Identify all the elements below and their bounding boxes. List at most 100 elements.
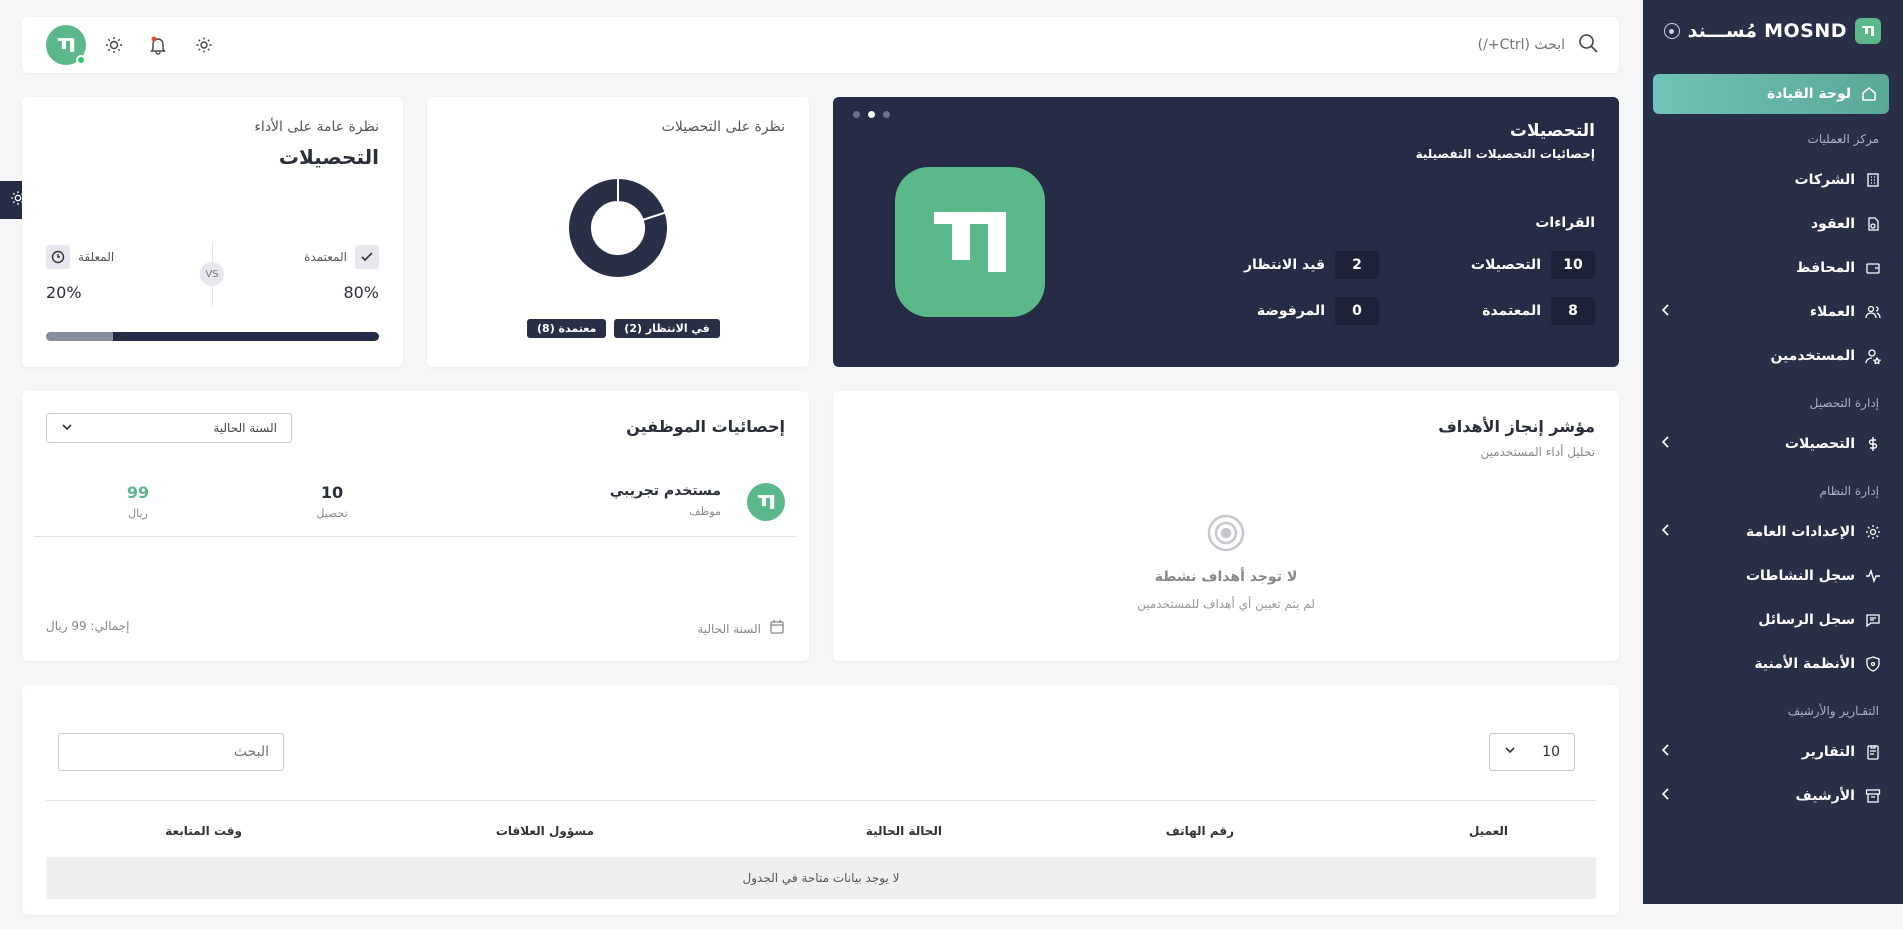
pending-label: المعلقة — [78, 250, 115, 264]
bell-icon[interactable] — [148, 35, 168, 59]
sidebar-item-label: العملاء — [1809, 304, 1855, 320]
gear-icon[interactable] — [194, 35, 214, 59]
sidebar-item-activity-log[interactable]: سجل النشاطات — [1659, 564, 1881, 588]
sidebar-item-collections[interactable]: التحصيلات — [1659, 432, 1881, 456]
pending-metric: المعلقة — [46, 245, 114, 269]
brand-logo-large — [895, 167, 1045, 317]
sidebar-item-label: الأنظمة الأمنية — [1754, 656, 1855, 672]
sidebar-item-security[interactable]: الأنظمة الأمنية — [1659, 652, 1881, 676]
brand: MOSND مُســـند — [1663, 18, 1881, 44]
stat-label: التحصيلات — [1470, 257, 1541, 273]
hero-subtitle: إحصائيات التحصيلات التفصيلية — [1415, 147, 1595, 161]
sidebar-item-clients[interactable]: العملاء — [1659, 300, 1881, 324]
message-icon — [1865, 612, 1881, 628]
sidebar-item-dashboard[interactable]: لوحة القيادة — [1653, 74, 1889, 114]
global-search[interactable] — [1299, 29, 1599, 61]
table-header: العميل رقم الهاتف الحالة الحالية مسؤول ا… — [46, 818, 1596, 848]
carousel-dot[interactable] — [868, 111, 875, 118]
card-subtitle: نظرة عامة على الأداء — [254, 119, 379, 135]
period-select[interactable]: السنة الحالية — [46, 413, 292, 443]
sidebar-item-label: سجل النشاطات — [1745, 568, 1855, 584]
stat-label: قيد الانتظار — [1244, 257, 1325, 273]
stat-collections: 10 التحصيلات — [1471, 251, 1595, 279]
chevron-left-icon[interactable] — [1659, 787, 1673, 805]
archive-icon — [1865, 788, 1881, 804]
chevron-left-icon[interactable] — [1659, 435, 1673, 453]
legend-pending: في الانتظار (2) — [614, 319, 720, 338]
sidebar-item-label: العقود — [1811, 216, 1855, 232]
stat-label: المعتمدة — [1482, 303, 1541, 319]
sidebar-item-portfolios[interactable]: المحافظ — [1659, 256, 1881, 280]
sidebar-item-contracts[interactable]: العقود — [1659, 212, 1881, 236]
check-icon — [355, 245, 379, 269]
sidebar-item-users[interactable]: المستخدمين — [1659, 344, 1881, 368]
chevron-left-icon[interactable] — [1659, 303, 1673, 321]
sidebar-item-messages-log[interactable]: سجل الرسائل — [1659, 608, 1881, 632]
sidebar-item-general-settings[interactable]: الإعدادات العامة — [1659, 520, 1881, 544]
column-header[interactable]: رقم الهاتف — [1166, 824, 1234, 838]
clipboard-icon — [1865, 744, 1881, 760]
sun-icon[interactable] — [104, 35, 124, 59]
progress-fill — [46, 332, 113, 341]
select-value: السنة الحالية — [213, 421, 277, 435]
section-system: إدارة النظام — [1819, 484, 1879, 498]
column-header[interactable]: العميل — [1469, 824, 1508, 838]
approved-label: المعتمدة — [304, 250, 347, 264]
stat-value: 8 — [1551, 297, 1595, 325]
carousel-dot[interactable] — [883, 111, 890, 118]
sidebar-item-archive[interactable]: الأرشيف — [1659, 784, 1881, 808]
card-title: إحصائيات الموظفين — [626, 417, 785, 436]
sidebar-item-label: التقارير — [1801, 744, 1855, 760]
clock-icon — [46, 245, 70, 269]
collections-hero-card: التحصيلات إحصائيات التحصيلات التفصيلية ا… — [833, 97, 1619, 367]
sidebar-item-label: لوحة القيادة — [1766, 86, 1851, 102]
card-subtitle: تحليل أداء المستخدمين — [1480, 445, 1595, 459]
chevron-left-icon[interactable] — [1659, 743, 1673, 761]
stat-value: 2 — [1335, 251, 1379, 279]
stat-approved: 8 المعتمدة — [1482, 297, 1595, 325]
empty-text: لم يتم تعيين أي أهداف للمستخدمين — [1137, 597, 1315, 611]
sidebar-item-label: المحافظ — [1796, 260, 1855, 276]
sidebar: MOSND مُســـند لوحة القيادة مركز العمليا… — [1643, 0, 1903, 904]
sidebar-item-reports[interactable]: التقارير — [1659, 740, 1881, 764]
avatar[interactable] — [46, 25, 86, 65]
performance-card: نظرة عامة على الأداء التحصيلات المعتمدة … — [22, 97, 403, 367]
sidebar-toggle-icon[interactable] — [1663, 23, 1680, 39]
stat-value: 0 — [1335, 297, 1379, 325]
page-size-select[interactable]: 10 — [1489, 733, 1575, 771]
donut-slice-pending — [617, 176, 667, 222]
sidebar-item-companies[interactable]: الشركات — [1659, 168, 1881, 192]
column-header[interactable]: مسؤول العلاقات — [496, 824, 594, 838]
chevron-left-icon[interactable] — [1659, 523, 1673, 541]
calendar-icon — [769, 619, 785, 639]
table-search-input[interactable] — [58, 733, 284, 771]
card-title: مؤشر إنجاز الأهداف — [1438, 417, 1595, 436]
search-input[interactable] — [1325, 37, 1565, 53]
collections-label: تحصيل — [316, 507, 348, 520]
contract-icon — [1865, 216, 1881, 232]
carousel-dot[interactable] — [853, 111, 860, 118]
pending-percent: 20% — [46, 283, 82, 302]
donut-chart — [567, 176, 669, 279]
target-icon — [1206, 513, 1246, 557]
collections-count: 10 — [320, 483, 344, 502]
shield-icon — [1865, 656, 1881, 672]
dollar-icon — [1865, 436, 1881, 452]
online-status-dot — [76, 55, 86, 65]
activity-icon — [1865, 568, 1881, 584]
currency-label: ريال — [128, 507, 148, 520]
readings-label: القراءات — [1535, 215, 1595, 231]
approved-metric: المعتمدة — [304, 245, 379, 269]
gear-icon — [1865, 524, 1881, 540]
chart-legend: معتمدة (8) في الانتظار (2) — [527, 319, 720, 338]
wallet-icon — [1865, 260, 1881, 276]
card-title: نظرة على التحصيلات — [661, 119, 785, 135]
hero-title: التحصيلات — [1509, 121, 1595, 141]
empty-title: لا توجد أهداف نشطة — [1154, 569, 1298, 585]
carousel-indicators[interactable] — [853, 111, 890, 118]
column-header[interactable]: الحالة الحالية — [866, 824, 942, 838]
column-header[interactable]: وقت المتابعة — [165, 824, 242, 838]
amount-value: 99 — [126, 483, 150, 502]
legend-approved: معتمدة (8) — [527, 319, 607, 338]
stat-value: 10 — [1551, 251, 1595, 279]
